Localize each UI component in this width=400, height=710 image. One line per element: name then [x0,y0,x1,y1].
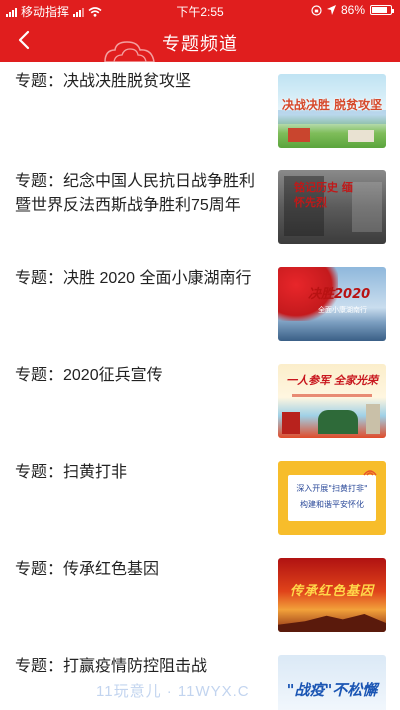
topic-thumbnail: 决战决胜 脱贫攻坚 [278,74,386,148]
thumbnail-text: 决胜2020 [308,287,371,302]
topic-thumbnail: 深入开展"扫黄打非" 构建和谐平安怀化 [278,461,386,535]
topic-title: 专题：传承红色基因 [15,561,160,578]
nav-bar: 专题频道 [0,20,400,62]
topic-title: 专题：决胜 2020 全面小康湖南行 [15,270,252,287]
topic-thumbnail: "战疫"不松懈 [278,655,386,710]
watermark: 11玩意儿 · 11WYX.C [96,683,250,700]
rotation-lock-icon [311,4,322,16]
battery-icon [370,5,394,15]
topic-title: 专题：2020征兵宣传 [15,367,163,384]
topic-title: 专题：决战决胜脱贫攻坚 [15,73,192,90]
thumbnail-text: "战疫"不松懈 [286,681,378,699]
topic-thumbnail: 一人参军 全家光荣 [278,364,386,438]
thumbnail-text: 一人参军 全家光荣 [286,374,378,387]
topic-title: 专题：扫黄打非 [15,464,128,481]
topic-item[interactable]: 专题：2020征兵宣传 一人参军 全家光荣 [0,356,400,451]
topic-item[interactable]: 专题：决战决胜脱贫攻坚 决战决胜 脱贫攻坚 [0,62,400,157]
thumbnail-subtext: 全面小康湖南行 [318,306,367,314]
thumbnail-text: 传承红色基因 [289,584,374,599]
thumbnail-text: 铭记历史 缅怀先烈 [294,181,353,209]
topic-title: 专题：纪念中国人民抗日战争胜利暨世界反法西斯战争胜利75周年 [15,173,256,214]
battery-percent: 86% [340,3,365,17]
thumbnail-subtext: 构建和谐平安怀化 [300,500,364,509]
topic-item[interactable]: 专题：决胜 2020 全面小康湖南行 决胜2020 全面小康湖南行 [0,259,400,354]
topic-item[interactable]: 专题：纪念中国人民抗日战争胜利暨世界反法西斯战争胜利75周年 铭记历史 缅怀先烈 [0,162,400,262]
page-title: 专题频道 [162,34,238,54]
topic-item[interactable]: 专题：扫黄打非 深入开展"扫黄打非" 构建和谐平安怀化 [0,453,400,548]
location-icon [326,5,336,15]
thumbnail-text: 深入开展"扫黄打非" [296,484,368,493]
topic-thumbnail: 决胜2020 全面小康湖南行 [278,267,386,341]
topic-thumbnail: 传承红色基因 [278,558,386,632]
signal-waves-icon [363,470,377,476]
status-right: 86% [311,3,394,17]
status-bar: 移动指挥 下午2:55 86% [0,0,400,20]
topic-thumbnail: 铭记历史 缅怀先烈 [278,170,386,244]
topic-item[interactable]: 专题：传承红色基因 传承红色基因 [0,550,400,645]
thumbnail-text: 决战决胜 脱贫攻坚 [281,98,383,112]
topic-title: 专题：打赢疫情防控阻击战 [15,658,208,675]
